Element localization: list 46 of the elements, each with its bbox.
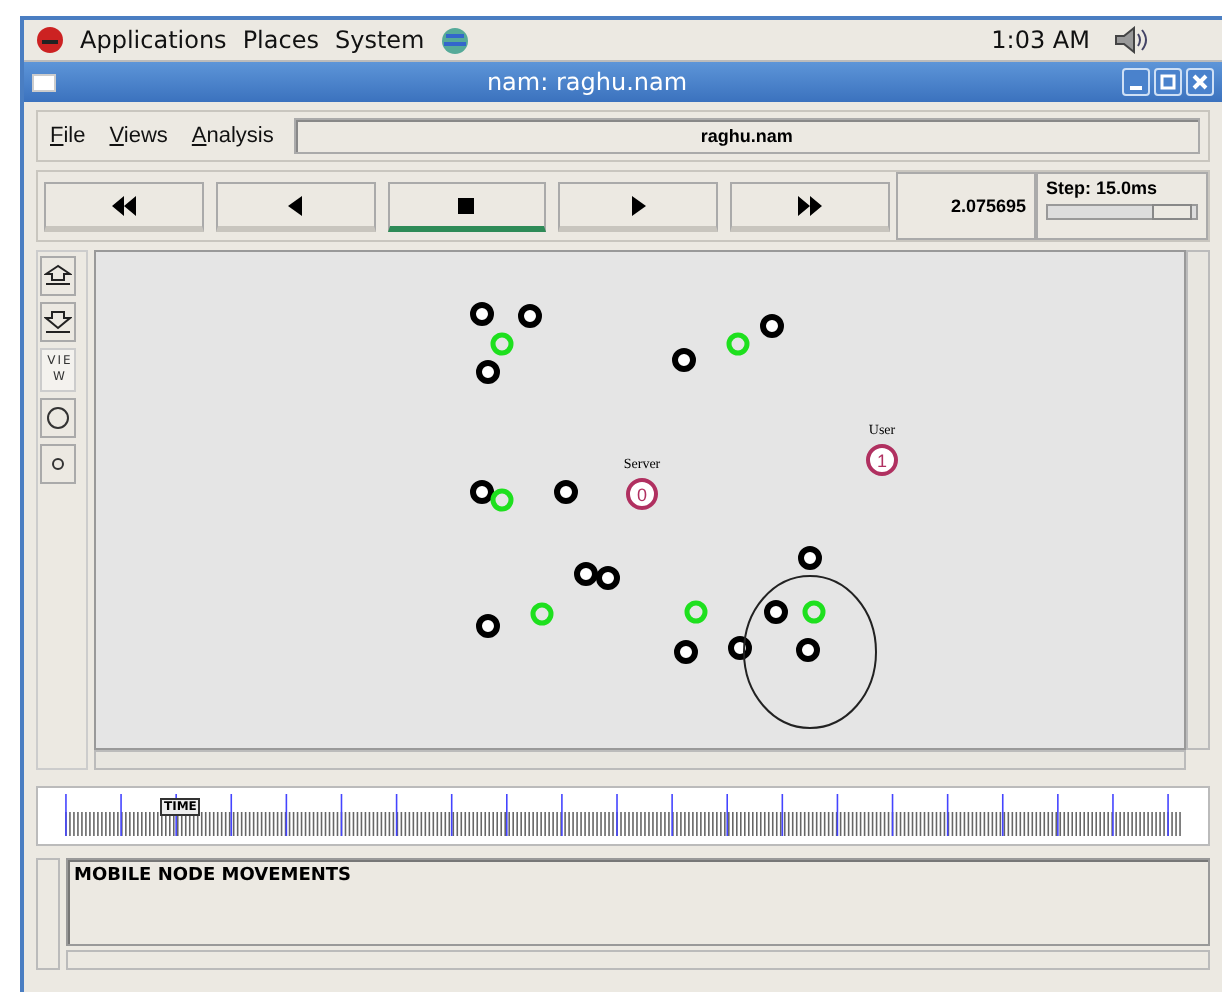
hat-logo-icon[interactable] bbox=[36, 26, 64, 54]
playback-button[interactable] bbox=[387, 182, 547, 232]
playback-button[interactable] bbox=[44, 182, 204, 232]
node-circle: 0 bbox=[626, 478, 658, 510]
time-display: 2.075695 bbox=[895, 172, 1036, 240]
panel-menu[interactable]: Places bbox=[242, 26, 319, 54]
circle-icon bbox=[46, 405, 70, 430]
speaker-icon[interactable] bbox=[1114, 26, 1150, 54]
horizontal-scrollbar[interactable] bbox=[94, 750, 1186, 770]
step-slider[interactable] bbox=[1045, 204, 1198, 220]
panel-menu[interactable]: System bbox=[334, 26, 425, 54]
vertical-scrollbar[interactable] bbox=[36, 858, 60, 970]
playback-button[interactable] bbox=[730, 182, 890, 232]
file-name-field: raghu.nam bbox=[293, 118, 1200, 154]
minimize-button[interactable] bbox=[1122, 68, 1150, 96]
slider-thumb[interactable] bbox=[1151, 204, 1192, 220]
timeline[interactable] bbox=[36, 786, 1210, 846]
step-back-icon bbox=[283, 195, 308, 215]
stop-icon bbox=[454, 195, 479, 215]
horizontal-scrollbar[interactable] bbox=[66, 950, 1210, 970]
window-title: nam: raghu.nam bbox=[484, 68, 690, 96]
play-icon bbox=[626, 195, 651, 215]
arrow-up-icon bbox=[44, 264, 72, 288]
panel-menu[interactable]: Applications bbox=[80, 26, 227, 54]
step-label: Step: 15.0ms bbox=[1045, 178, 1160, 198]
log-text: MOBILE NODE MOVEMENTS bbox=[66, 858, 1210, 946]
menu-item[interactable]: Views bbox=[105, 124, 172, 148]
maximize-button[interactable] bbox=[1154, 68, 1182, 96]
window-menu-icon[interactable] bbox=[32, 73, 56, 91]
rewind-icon bbox=[111, 195, 136, 215]
clock[interactable]: 1:03 AM bbox=[991, 26, 1090, 54]
menu-item[interactable]: File bbox=[46, 124, 90, 148]
close-button[interactable] bbox=[1186, 68, 1214, 96]
zoom-in-button[interactable] bbox=[40, 256, 76, 296]
vertical-scrollbar[interactable] bbox=[1186, 250, 1210, 750]
large-circle-button[interactable] bbox=[40, 397, 76, 438]
fast-forward-icon bbox=[798, 195, 823, 215]
zoom-out-button[interactable] bbox=[40, 302, 76, 342]
globe-icon[interactable] bbox=[440, 25, 471, 55]
node-circle: 1 bbox=[866, 444, 898, 476]
small-circle-button[interactable] bbox=[40, 443, 76, 484]
arrow-down-icon bbox=[44, 310, 72, 334]
menu-item[interactable]: Analysis bbox=[187, 124, 278, 148]
close-icon bbox=[1192, 74, 1208, 90]
maximize-icon bbox=[1160, 74, 1176, 90]
circle-icon bbox=[52, 457, 64, 470]
